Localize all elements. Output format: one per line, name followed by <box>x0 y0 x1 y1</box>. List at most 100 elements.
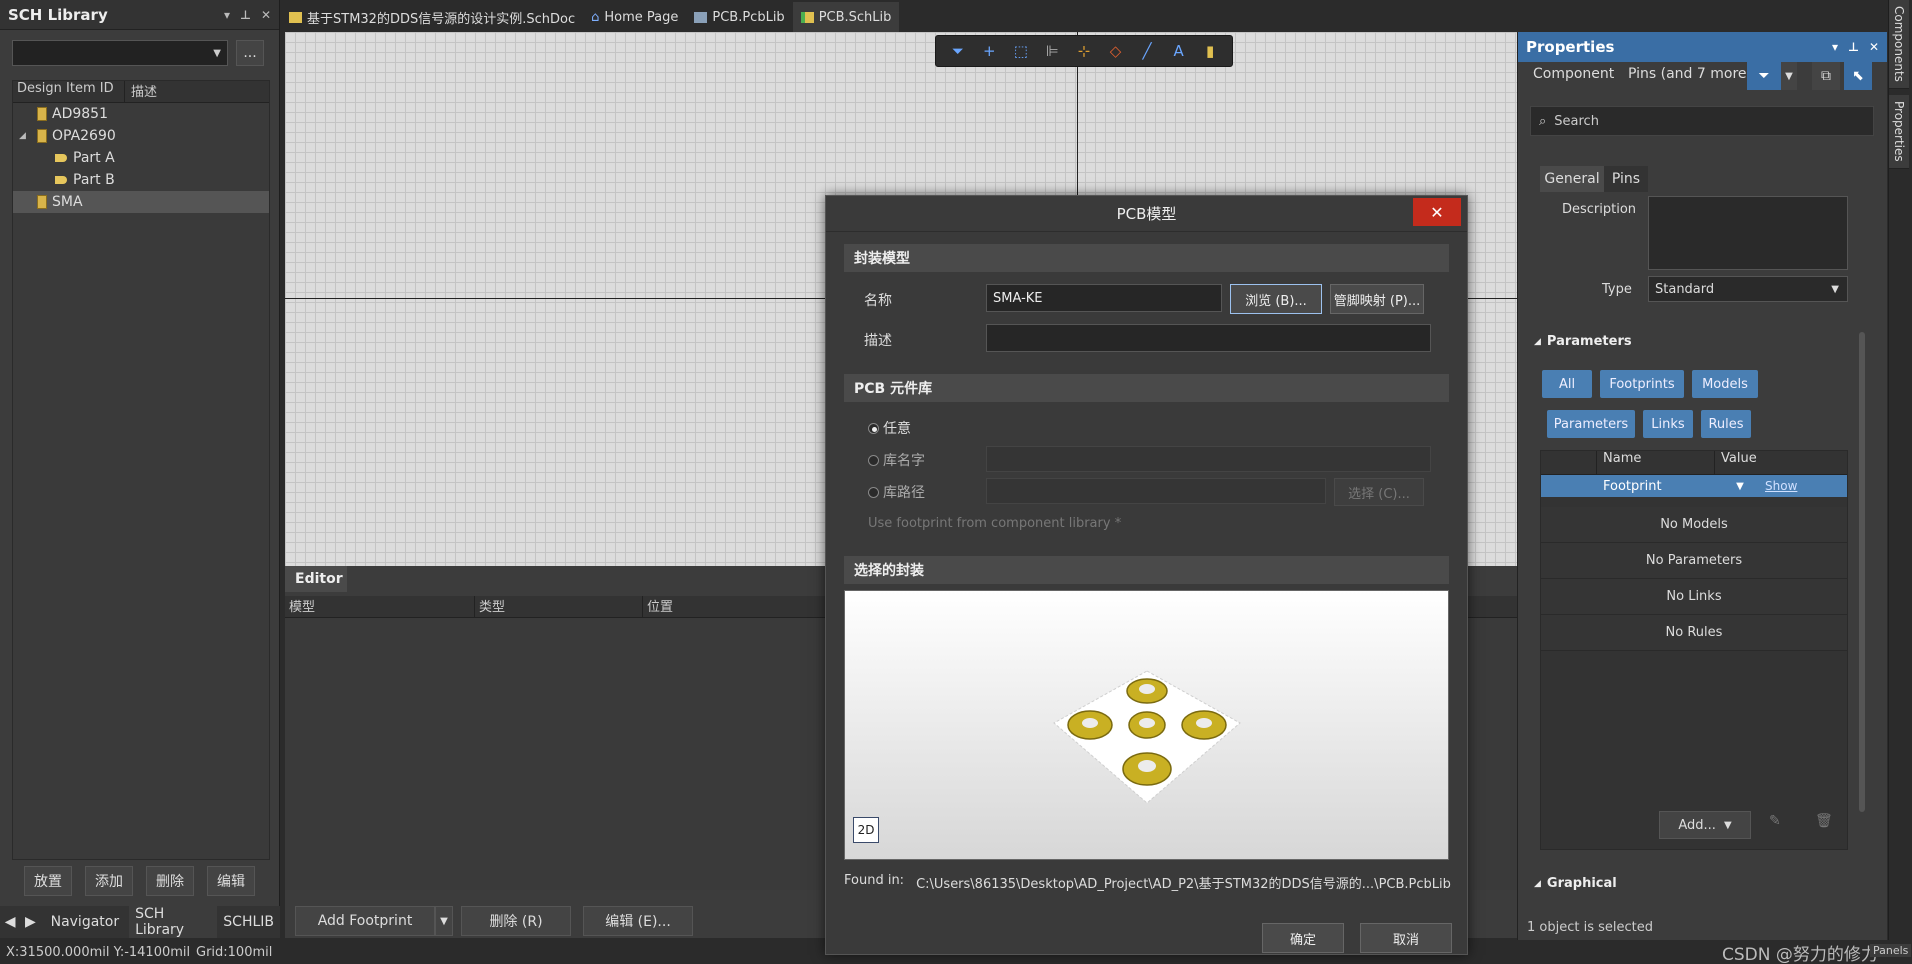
tree-item-sma[interactable]: SMA <box>13 191 269 213</box>
component-label: Component <box>1533 66 1615 82</box>
close-icon[interactable]: ✕ <box>1413 198 1461 226</box>
footprint-row[interactable]: Footprint ▼ Show <box>1541 475 1847 497</box>
footprint-name-input[interactable]: SMA-KE <box>986 284 1222 312</box>
tree-item-label: AD9851 <box>52 106 108 122</box>
side-tab-components[interactable]: Components <box>1889 0 1909 89</box>
close-icon[interactable]: ✕ <box>261 8 271 22</box>
filter-combo[interactable]: ▼ <box>12 40 228 66</box>
side-tab-properties[interactable]: Properties <box>1889 94 1909 169</box>
column-name[interactable]: Name <box>1597 451 1715 474</box>
chevron-down-icon[interactable]: ▾ <box>1832 40 1838 54</box>
edit-button[interactable]: 编辑 <box>207 866 255 896</box>
pin-place-icon[interactable]: ⊹ <box>1074 41 1094 61</box>
browse-button[interactable]: 浏览 (B)... <box>1230 284 1322 314</box>
close-icon[interactable]: ✕ <box>1869 40 1879 54</box>
add-parameter-button[interactable]: Add... ▼ <box>1659 811 1751 839</box>
tree-item-part-b[interactable]: Part B <box>13 169 269 191</box>
type-select[interactable]: Standard ▼ <box>1648 276 1848 302</box>
chevron-down-icon[interactable]: ▼ <box>435 906 453 936</box>
filter-chip-models[interactable]: Models <box>1692 370 1758 398</box>
radio-any[interactable]: 任意 <box>868 418 911 438</box>
column-location[interactable]: 位置 <box>643 596 803 617</box>
filter-chip-rules[interactable]: Rules <box>1701 410 1751 438</box>
pin-icon[interactable]: ⊥ <box>240 8 251 22</box>
tab-home-page[interactable]: ⌂ Home Page <box>583 2 686 32</box>
text-icon[interactable]: A <box>1169 41 1189 61</box>
filter-icon[interactable]: ⏷ <box>1747 62 1781 90</box>
delete-button[interactable]: 删除 <box>146 866 194 896</box>
radio-library-path[interactable]: 库路径 <box>868 482 925 502</box>
pointer-icon[interactable]: ⬉ <box>1844 62 1872 90</box>
view-2d-button[interactable]: 2D <box>853 817 879 843</box>
chevron-down-icon[interactable]: ▼ <box>1715 481 1765 492</box>
selected-footprint-section: 选择的封装 <box>844 556 1449 584</box>
coordinates-readout: X:31500.000mil Y:-14100mil <box>6 944 191 960</box>
trash-icon[interactable]: 🗑 <box>1815 813 1833 829</box>
select-rect-icon[interactable]: ⬚ <box>1011 41 1031 61</box>
panels-button[interactable]: Panels <box>1870 944 1912 957</box>
scrollbar[interactable] <box>1859 332 1865 812</box>
tab-pins[interactable]: Pins <box>1604 166 1648 192</box>
line-icon[interactable]: ╱ <box>1137 41 1157 61</box>
show-link[interactable]: Show <box>1765 479 1797 493</box>
tree-item-label: SMA <box>52 194 83 210</box>
ok-button[interactable]: 确定 <box>1262 923 1344 953</box>
select-library-button: 选择 (C)... <box>1334 478 1424 506</box>
tab-label: 基于STM32的DDS信号源的设计实例.SchDoc <box>307 11 576 27</box>
add-button-label: Add... <box>1678 817 1716 833</box>
cancel-button[interactable]: 取消 <box>1360 923 1452 953</box>
pencil-icon[interactable]: ✎ <box>1769 813 1781 829</box>
radio-library-name[interactable]: 库名字 <box>868 450 925 470</box>
filter-icon[interactable]: ⏷ <box>948 41 968 61</box>
plus-icon[interactable]: + <box>979 41 999 61</box>
expand-triangle-icon[interactable]: ◢ <box>19 131 37 141</box>
column-description[interactable]: 描述 <box>125 81 157 102</box>
filter-chip-footprints[interactable]: Footprints <box>1600 370 1684 398</box>
arrow-right-icon[interactable]: ▶ <box>20 914 40 930</box>
pin-map-button[interactable]: 管脚映射 (P)... <box>1330 284 1424 314</box>
radio-dot <box>868 486 879 498</box>
column-type[interactable]: 类型 <box>475 596 643 617</box>
tab-schlib[interactable]: PCB.SchLib <box>792 2 900 32</box>
arrow-left-icon[interactable]: ◀ <box>0 914 20 930</box>
dialog-title: PCB模型 <box>1116 205 1177 223</box>
component-place-icon[interactable]: ▮ <box>1200 41 1220 61</box>
chevron-down-icon[interactable]: ▼ <box>1781 62 1797 90</box>
column-value[interactable]: Value <box>1715 451 1757 474</box>
description-input[interactable] <box>986 324 1431 352</box>
search-input[interactable]: ⌕ Search <box>1530 106 1874 136</box>
column-model[interactable]: 模型 <box>285 596 475 617</box>
select-icon[interactable]: ⧉ <box>1812 62 1840 90</box>
column-design-item-id[interactable]: Design Item ID <box>13 81 125 102</box>
filter-chip-parameters[interactable]: Parameters <box>1547 410 1635 438</box>
filter-chip-all[interactable]: All <box>1542 370 1592 398</box>
tab-general[interactable]: General <box>1540 166 1604 192</box>
selection-status: 1 object is selected <box>1527 920 1653 935</box>
parameters-section[interactable]: ◢ Parameters <box>1534 334 1632 349</box>
description-input[interactable] <box>1648 196 1848 270</box>
edit-model-button[interactable]: 编辑 (E)... <box>583 906 693 936</box>
remove-model-button[interactable]: 删除 (R) <box>461 906 571 936</box>
tab-schdoc[interactable]: 基于STM32的DDS信号源的设计实例.SchDoc <box>281 2 583 32</box>
browse-button[interactable]: ... <box>236 40 264 66</box>
add-button[interactable]: 添加 <box>85 866 133 896</box>
place-button[interactable]: 放置 <box>24 866 72 896</box>
tab-pcblib[interactable]: PCB.PcbLib <box>686 2 792 32</box>
add-footprint-button[interactable]: Add Footprint <box>295 906 435 936</box>
pin-icon[interactable]: ⊥ <box>1848 40 1859 54</box>
fill-icon[interactable]: ◇ <box>1106 41 1126 61</box>
tab-editor[interactable]: Editor <box>285 566 347 592</box>
tree-item-ad9851[interactable]: AD9851 <box>13 103 269 125</box>
tab-navigator[interactable]: Navigator <box>41 914 130 930</box>
tab-sch-library[interactable]: SCH Library <box>129 906 218 938</box>
tree-item-part-a[interactable]: Part A <box>13 147 269 169</box>
align-icon[interactable]: ⊫ <box>1042 41 1062 61</box>
graphical-section[interactable]: ◢ Graphical <box>1534 876 1617 891</box>
filter-chip-links[interactable]: Links <box>1643 410 1693 438</box>
chevron-down-icon[interactable]: ▾ <box>224 8 230 22</box>
column-spacer <box>1541 451 1597 474</box>
tab-schlib[interactable]: SCHLIB <box>217 914 280 930</box>
footprint-preview[interactable]: 2D <box>844 590 1449 860</box>
tree-item-opa2690[interactable]: ◢ OPA2690 <box>13 125 269 147</box>
type-value: Standard <box>1655 281 1715 297</box>
